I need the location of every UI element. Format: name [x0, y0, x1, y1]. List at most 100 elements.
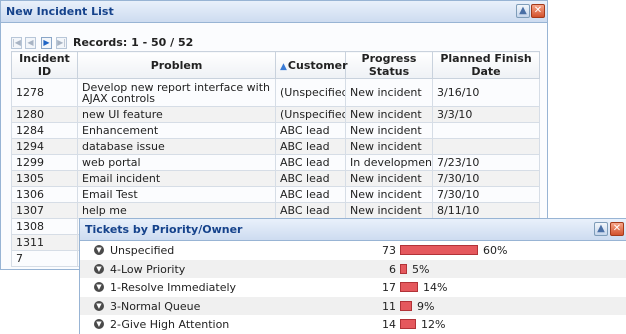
cell-progress-status: In development: [345, 154, 433, 171]
ticket-percent: 60%: [483, 244, 508, 257]
ticket-row[interactable]: ▼ 2-Give High Attention 14 12%: [80, 315, 626, 333]
col-incident-id[interactable]: Incident ID: [11, 51, 78, 79]
cell-problem: help me: [77, 202, 276, 219]
ticket-share-bar: [400, 263, 407, 274]
ticket-row[interactable]: ▼ 1-Resolve Immediately 17 14%: [80, 278, 626, 296]
collapse-icon[interactable]: ▲: [594, 222, 608, 236]
cell-planned-finish-date: 7/30/10: [432, 170, 540, 187]
cell-planned-finish-date: [432, 138, 540, 155]
cell-customer: ABC lead: [275, 170, 346, 187]
incident-panel-header: New Incident List ▲ ✕: [1, 1, 547, 23]
ticket-percent: 5%: [412, 262, 430, 276]
table-row[interactable]: 1284 Enhancement ABC lead New incident: [11, 122, 540, 139]
ticket-count: 6: [389, 262, 396, 276]
ticket-count: 11: [382, 299, 396, 313]
cell-incident-id: 1299: [11, 154, 78, 171]
table-row[interactable]: 1307 help me ABC lead New incident 8/11/10: [11, 202, 540, 219]
ticket-priority-label: 4-Low Priority: [110, 262, 186, 276]
cell-planned-finish-date: 7/23/10: [432, 154, 540, 171]
cell-customer: ABC lead: [275, 186, 346, 203]
ticket-share-bar: [400, 319, 416, 329]
ticket-share-bar: [400, 282, 418, 292]
cell-problem: new UI feature: [77, 106, 276, 123]
ticket-share-bar: [400, 245, 478, 255]
cell-progress-status: New incident: [345, 186, 433, 203]
ticket-priority-label: 1-Resolve Immediately: [110, 281, 237, 294]
tickets-panel: Tickets by Priority/Owner ▲ ✕ ▼ Unspecifi…: [79, 218, 626, 334]
cell-incident-id: 1305: [11, 170, 78, 187]
ticket-row[interactable]: ▼ 4-Low Priority 6 5%: [80, 259, 626, 278]
cell-customer: ABC lead: [275, 154, 346, 171]
expand-icon[interactable]: ▼: [94, 282, 104, 292]
incident-panel-title: New Incident List: [6, 5, 114, 18]
table-row[interactable]: 1294 database issue ABC lead New incident: [11, 138, 540, 155]
ticket-priority-label: Unspecified: [110, 244, 175, 257]
table-row[interactable]: 1280new UI feature(Unspecified)New incid…: [11, 106, 540, 123]
cell-planned-finish-date: 7/30/10: [432, 186, 540, 203]
cell-planned-finish-date: 8/11/10: [432, 202, 540, 219]
table-row[interactable]: 1278 Develop new report interface with AJ…: [11, 78, 540, 107]
cell-incident-id: 1294: [11, 138, 78, 155]
next-page-icon[interactable]: ▶: [41, 37, 52, 49]
table-row[interactable]: 1305 Email incident ABC lead New incident 7/…: [11, 170, 540, 187]
col-problem[interactable]: Problem: [77, 51, 276, 79]
ticket-share-bar: [400, 300, 412, 311]
cell-problem: Email Test: [77, 186, 276, 203]
cell-progress-status: New incident: [345, 170, 433, 187]
cell-incident-id: 1306: [11, 186, 78, 203]
records-count: Records: 1 - 50 / 52: [73, 36, 194, 49]
cell-incident-id: 7: [11, 250, 78, 267]
cell-incident-id: 1308: [11, 218, 78, 235]
ticket-priority-label: 2-Give High Attention: [110, 318, 230, 331]
cell-incident-id: 1311: [11, 234, 78, 251]
cell-planned-finish-date: 3/16/10: [432, 78, 540, 107]
ticket-count: 14: [382, 318, 396, 331]
cell-customer: (Unspecified): [275, 78, 346, 107]
cell-planned-finish-date: [432, 122, 540, 139]
ticket-percent: 14%: [423, 281, 448, 294]
table-row[interactable]: 1306 Email Test ABC lead New incident 7/30/1…: [11, 186, 540, 203]
close-icon[interactable]: ✕: [531, 4, 545, 18]
expand-icon[interactable]: ▼: [94, 263, 104, 274]
cell-problem: database issue: [77, 138, 276, 155]
ticket-percent: 9%: [417, 299, 435, 313]
cell-planned-finish-date: 3/3/10: [432, 106, 540, 123]
ticket-count: 17: [382, 281, 396, 294]
cell-problem: Email incident: [77, 170, 276, 187]
col-planned-finish-date[interactable]: Planned Finish Date: [432, 51, 540, 79]
ticket-row[interactable]: ▼ Unspecified 73 60%: [80, 241, 626, 259]
cell-problem: web portal: [77, 154, 276, 171]
cell-problem: Enhancement: [77, 122, 276, 139]
collapse-icon[interactable]: ▲: [516, 4, 530, 18]
cell-incident-id: 1280: [11, 106, 78, 123]
close-icon[interactable]: ✕: [610, 222, 624, 236]
expand-icon[interactable]: ▼: [94, 300, 104, 311]
col-customer-label: Customer: [287, 58, 348, 72]
col-customer[interactable]: ▲Customer: [275, 51, 348, 79]
cell-progress-status: New incident: [345, 202, 433, 219]
cell-customer: ABC lead: [275, 122, 346, 139]
first-page-icon[interactable]: |◀: [11, 37, 22, 49]
ticket-priority-label: 3-Normal Queue: [110, 299, 201, 313]
last-page-icon[interactable]: ▶|: [56, 37, 67, 49]
tickets-panel-header: Tickets by Priority/Owner ▲ ✕: [80, 219, 626, 241]
cell-customer: ABC lead: [275, 202, 346, 219]
col-progress-status[interactable]: Progress Status: [345, 51, 433, 79]
cell-progress-status: New incident: [345, 138, 433, 155]
ticket-percent: 12%: [421, 318, 446, 331]
expand-icon[interactable]: ▼: [94, 245, 104, 255]
ticket-row[interactable]: ▼ 3-Normal Queue 11 9%: [80, 296, 626, 315]
cell-customer: (Unspecified): [275, 106, 346, 123]
cell-incident-id: 1307: [11, 202, 78, 219]
ticket-count: 73: [382, 244, 396, 257]
cell-progress-status: New incident: [345, 106, 433, 123]
cell-incident-id: 1284: [11, 122, 78, 139]
cell-problem: Develop new report interface with AJAX c…: [77, 78, 276, 107]
tickets-panel-title: Tickets by Priority/Owner: [85, 223, 243, 236]
prev-page-icon[interactable]: ◀: [25, 37, 36, 49]
table-row[interactable]: 1299 web portal ABC lead In development 7/23…: [11, 154, 540, 171]
cell-incident-id: 1278: [11, 78, 78, 107]
cell-customer: ABC lead: [275, 138, 346, 155]
expand-icon[interactable]: ▼: [94, 319, 104, 329]
sort-ascending-icon: ▲: [280, 61, 287, 72]
